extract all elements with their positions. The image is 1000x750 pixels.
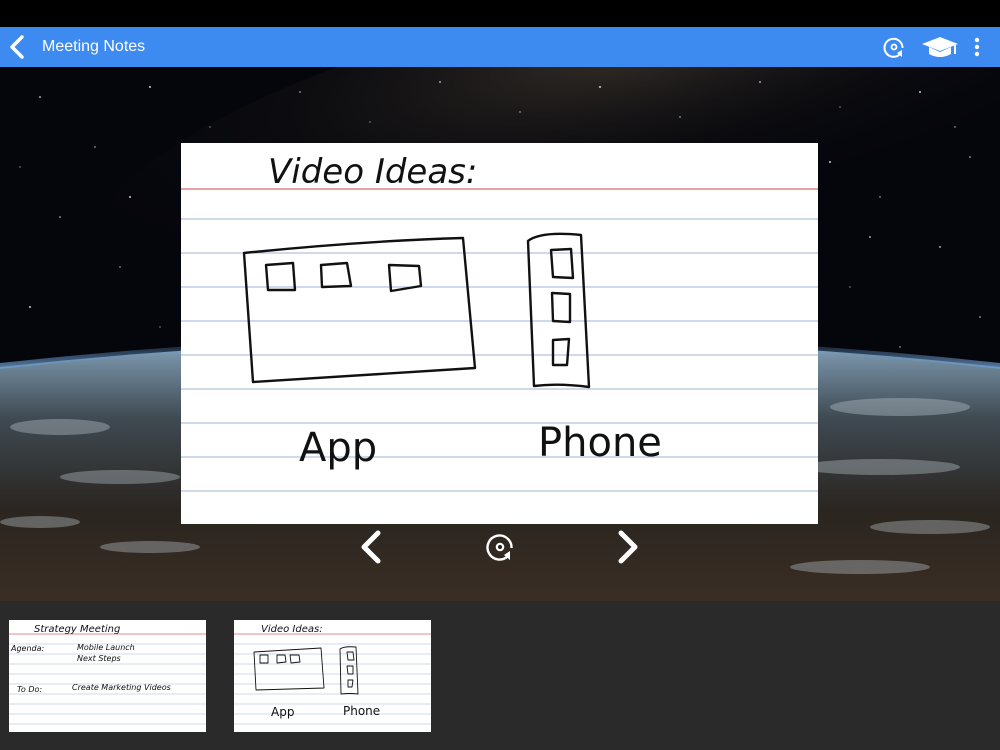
card-heading: Video Ideas: (268, 152, 477, 192)
previous-card-button[interactable] (352, 527, 392, 567)
thumb1-agenda-item-1: Mobile Launch (77, 643, 135, 652)
graduation-cap-icon (922, 37, 958, 57)
phone-sketch (526, 232, 591, 389)
thumb2-app-label: App (271, 705, 294, 719)
next-card-button[interactable] (607, 527, 647, 567)
chevron-right-icon (618, 530, 638, 564)
phone-label: Phone (538, 420, 662, 466)
flip-card-icon (883, 37, 904, 58)
more-options-button[interactable] (968, 33, 986, 61)
vertical-dots-icon (974, 37, 980, 57)
thumbnail-card-2[interactable]: Video Ideas: App Phone (234, 620, 431, 732)
chevron-left-icon (361, 530, 381, 564)
thumbnail-card-1[interactable]: Strategy Meeting Agenda: Mobile Launch N… (9, 620, 206, 732)
current-flashcard[interactable]: Video Ideas: App Phone (181, 143, 818, 524)
thumb1-title: Strategy Meeting (34, 624, 120, 635)
app-label: App (299, 425, 377, 471)
card-thumbnail-tray: Strategy Meeting Agenda: Mobile Launch N… (0, 601, 1000, 750)
status-bar (0, 0, 1000, 27)
thumb2-title: Video Ideas: (261, 624, 323, 635)
flip-card-button[interactable] (880, 33, 908, 61)
card-stage: Video Ideas: App Phone (0, 67, 1000, 601)
chevron-left-icon (10, 35, 24, 59)
flip-card-icon (486, 534, 513, 561)
page-title: Meeting Notes (42, 38, 146, 55)
flip-card-center-button[interactable] (482, 529, 518, 565)
thumb2-phone-label: Phone (343, 704, 380, 718)
thumb1-agenda-label: Agenda: (10, 644, 45, 653)
thumb1-todo-item: Create Marketing Videos (72, 683, 171, 692)
study-mode-button[interactable] (920, 33, 960, 61)
toolbar: Meeting Notes (0, 27, 1000, 67)
thumb1-todo-label: To Do: (17, 685, 42, 694)
app-sketch (242, 236, 477, 384)
back-button[interactable] (4, 31, 34, 63)
thumb1-agenda-item-2: Next Steps (77, 654, 121, 663)
ruled-lines (181, 218, 818, 492)
